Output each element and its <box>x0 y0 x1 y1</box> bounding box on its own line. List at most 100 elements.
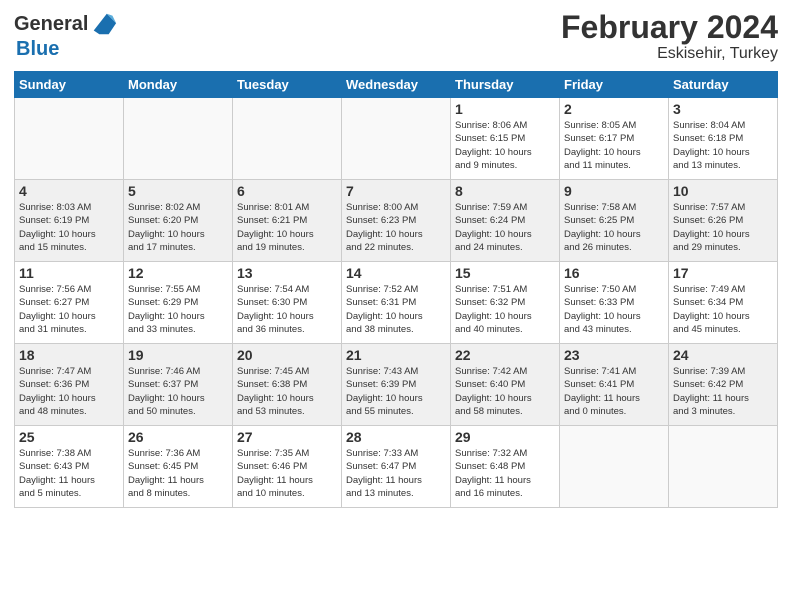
calendar-cell: 29 Sunrise: 7:32 AM Sunset: 6:48 PM Dayli… <box>451 426 560 508</box>
day-number: 15 <box>455 265 555 281</box>
calendar-cell: 4Sunrise: 8:03 AM Sunset: 6:19 PM Daylig… <box>15 180 124 262</box>
day-number: 10 <box>673 183 773 199</box>
calendar-cell: 22 Sunrise: 7:42 AM Sunset: 6:40 PM Dayli… <box>451 344 560 426</box>
day-number: 21 <box>346 347 446 363</box>
day-info: Sunrise: 7:45 AM Sunset: 6:38 PM Dayligh… <box>237 365 337 418</box>
calendar-cell: 11Sunrise: 7:56 AM Sunset: 6:27 PM Dayli… <box>15 262 124 344</box>
calendar-cell: 26 Sunrise: 7:36 AM Sunset: 6:45 PM Dayli… <box>124 426 233 508</box>
calendar-cell: 13 Sunrise: 7:54 AM Sunset: 6:30 PM Dayli… <box>233 262 342 344</box>
day-info: Sunrise: 7:42 AM Sunset: 6:40 PM Dayligh… <box>455 365 555 418</box>
day-info: Sunrise: 7:39 AM Sunset: 6:42 PM Dayligh… <box>673 365 773 418</box>
calendar-cell: 17Sunrise: 7:49 AM Sunset: 6:34 PM Dayli… <box>669 262 778 344</box>
day-info: Sunrise: 7:57 AM Sunset: 6:26 PM Dayligh… <box>673 201 773 254</box>
day-info: Sunrise: 7:50 AM Sunset: 6:33 PM Dayligh… <box>564 283 664 336</box>
day-info: Sunrise: 8:05 AM Sunset: 6:17 PM Dayligh… <box>564 119 664 172</box>
day-number: 3 <box>673 101 773 117</box>
day-info: Sunrise: 8:00 AM Sunset: 6:23 PM Dayligh… <box>346 201 446 254</box>
day-info: Sunrise: 7:41 AM Sunset: 6:41 PM Dayligh… <box>564 365 664 418</box>
day-info: Sunrise: 7:35 AM Sunset: 6:46 PM Dayligh… <box>237 447 337 500</box>
day-info: Sunrise: 7:54 AM Sunset: 6:30 PM Dayligh… <box>237 283 337 336</box>
day-info: Sunrise: 7:59 AM Sunset: 6:24 PM Dayligh… <box>455 201 555 254</box>
day-number: 16 <box>564 265 664 281</box>
location: Eskisehir, Turkey <box>561 45 778 63</box>
calendar-cell: 23Sunrise: 7:41 AM Sunset: 6:41 PM Dayli… <box>560 344 669 426</box>
calendar-cell: 24 Sunrise: 7:39 AM Sunset: 6:42 PM Dayli… <box>669 344 778 426</box>
calendar-week-row: 1Sunrise: 8:06 AM Sunset: 6:15 PM Daylig… <box>15 98 778 180</box>
day-number: 5 <box>128 183 228 199</box>
calendar-week-row: 25 Sunrise: 7:38 AM Sunset: 6:43 PM Dayli… <box>15 426 778 508</box>
logo-blue-text: Blue <box>16 38 59 60</box>
calendar-cell <box>342 98 451 180</box>
header: General Blue February 2024 Eskisehir, Tu… <box>14 10 778 63</box>
day-info: Sunrise: 8:01 AM Sunset: 6:21 PM Dayligh… <box>237 201 337 254</box>
calendar-cell: 3 Sunrise: 8:04 AM Sunset: 6:18 PM Daylig… <box>669 98 778 180</box>
calendar-cell: 28 Sunrise: 7:33 AM Sunset: 6:47 PM Dayli… <box>342 426 451 508</box>
day-number: 2 <box>564 101 664 117</box>
day-number: 24 <box>673 347 773 363</box>
day-number: 25 <box>19 429 119 445</box>
calendar-cell: 18 Sunrise: 7:47 AM Sunset: 6:36 PM Dayli… <box>15 344 124 426</box>
calendar-cell: 21 Sunrise: 7:43 AM Sunset: 6:39 PM Dayli… <box>342 344 451 426</box>
calendar-header-monday: Monday <box>124 72 233 98</box>
day-number: 19 <box>128 347 228 363</box>
calendar-header-row: SundayMondayTuesdayWednesdayThursdayFrid… <box>15 72 778 98</box>
day-info: Sunrise: 7:49 AM Sunset: 6:34 PM Dayligh… <box>673 283 773 336</box>
day-number: 12 <box>128 265 228 281</box>
day-number: 1 <box>455 101 555 117</box>
day-number: 18 <box>19 347 119 363</box>
day-info: Sunrise: 7:47 AM Sunset: 6:36 PM Dayligh… <box>19 365 119 418</box>
day-number: 26 <box>128 429 228 445</box>
day-number: 22 <box>455 347 555 363</box>
day-number: 13 <box>237 265 337 281</box>
calendar-cell <box>233 98 342 180</box>
calendar-header-friday: Friday <box>560 72 669 98</box>
calendar-cell <box>560 426 669 508</box>
calendar-cell: 12Sunrise: 7:55 AM Sunset: 6:29 PM Dayli… <box>124 262 233 344</box>
calendar-header-wednesday: Wednesday <box>342 72 451 98</box>
day-number: 7 <box>346 183 446 199</box>
day-info: Sunrise: 7:32 AM Sunset: 6:48 PM Dayligh… <box>455 447 555 500</box>
calendar-cell: 14 Sunrise: 7:52 AM Sunset: 6:31 PM Dayli… <box>342 262 451 344</box>
logo: General Blue <box>14 10 118 61</box>
title-area: February 2024 Eskisehir, Turkey <box>561 10 778 63</box>
day-info: Sunrise: 7:43 AM Sunset: 6:39 PM Dayligh… <box>346 365 446 418</box>
calendar-cell: 1Sunrise: 8:06 AM Sunset: 6:15 PM Daylig… <box>451 98 560 180</box>
day-info: Sunrise: 7:38 AM Sunset: 6:43 PM Dayligh… <box>19 447 119 500</box>
calendar-cell: 20 Sunrise: 7:45 AM Sunset: 6:38 PM Dayli… <box>233 344 342 426</box>
calendar-cell: 9 Sunrise: 7:58 AM Sunset: 6:25 PM Daylig… <box>560 180 669 262</box>
calendar-header-thursday: Thursday <box>451 72 560 98</box>
day-number: 8 <box>455 183 555 199</box>
day-info: Sunrise: 8:04 AM Sunset: 6:18 PM Dayligh… <box>673 119 773 172</box>
calendar-cell: 8 Sunrise: 7:59 AM Sunset: 6:24 PM Daylig… <box>451 180 560 262</box>
day-number: 20 <box>237 347 337 363</box>
calendar-cell: 5 Sunrise: 8:02 AM Sunset: 6:20 PM Daylig… <box>124 180 233 262</box>
calendar-cell: 27Sunrise: 7:35 AM Sunset: 6:46 PM Dayli… <box>233 426 342 508</box>
day-number: 6 <box>237 183 337 199</box>
day-info: Sunrise: 7:46 AM Sunset: 6:37 PM Dayligh… <box>128 365 228 418</box>
calendar-week-row: 4Sunrise: 8:03 AM Sunset: 6:19 PM Daylig… <box>15 180 778 262</box>
calendar: SundayMondayTuesdayWednesdayThursdayFrid… <box>14 71 778 508</box>
month-year: February 2024 <box>561 10 778 45</box>
calendar-week-row: 11Sunrise: 7:56 AM Sunset: 6:27 PM Dayli… <box>15 262 778 344</box>
calendar-cell: 7 Sunrise: 8:00 AM Sunset: 6:23 PM Daylig… <box>342 180 451 262</box>
calendar-cell: 15 Sunrise: 7:51 AM Sunset: 6:32 PM Dayli… <box>451 262 560 344</box>
day-number: 29 <box>455 429 555 445</box>
day-number: 11 <box>19 265 119 281</box>
calendar-week-row: 18 Sunrise: 7:47 AM Sunset: 6:36 PM Dayli… <box>15 344 778 426</box>
day-number: 9 <box>564 183 664 199</box>
day-number: 28 <box>346 429 446 445</box>
day-info: Sunrise: 8:03 AM Sunset: 6:19 PM Dayligh… <box>19 201 119 254</box>
calendar-cell: 6 Sunrise: 8:01 AM Sunset: 6:21 PM Daylig… <box>233 180 342 262</box>
calendar-cell: 19 Sunrise: 7:46 AM Sunset: 6:37 PM Dayli… <box>124 344 233 426</box>
day-info: Sunrise: 7:52 AM Sunset: 6:31 PM Dayligh… <box>346 283 446 336</box>
calendar-cell: 25 Sunrise: 7:38 AM Sunset: 6:43 PM Dayli… <box>15 426 124 508</box>
day-info: Sunrise: 7:36 AM Sunset: 6:45 PM Dayligh… <box>128 447 228 500</box>
calendar-cell: 16 Sunrise: 7:50 AM Sunset: 6:33 PM Dayli… <box>560 262 669 344</box>
day-info: Sunrise: 7:51 AM Sunset: 6:32 PM Dayligh… <box>455 283 555 336</box>
day-info: Sunrise: 8:02 AM Sunset: 6:20 PM Dayligh… <box>128 201 228 254</box>
day-info: Sunrise: 7:33 AM Sunset: 6:47 PM Dayligh… <box>346 447 446 500</box>
day-number: 14 <box>346 265 446 281</box>
calendar-header-saturday: Saturday <box>669 72 778 98</box>
calendar-cell <box>15 98 124 180</box>
day-info: Sunrise: 7:58 AM Sunset: 6:25 PM Dayligh… <box>564 201 664 254</box>
